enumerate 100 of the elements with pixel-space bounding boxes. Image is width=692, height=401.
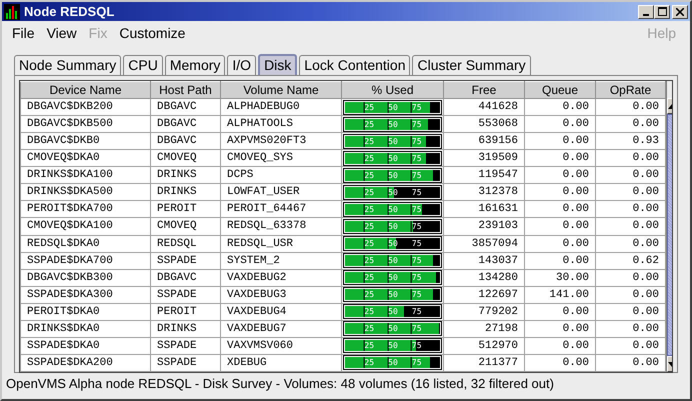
table-cell: LOWFAT_USER (220, 184, 342, 201)
column-header[interactable]: OpRate (596, 82, 666, 98)
scale-label: 75 (410, 186, 422, 198)
minimize-button[interactable] (638, 4, 654, 18)
table-cell: DBGAVC$DKB500 (20, 116, 150, 133)
table-cell: 0.00 (524, 303, 596, 320)
table-cell: 0.00 (524, 184, 596, 201)
table-cell: DBGAVC$DKB300 (20, 269, 150, 286)
scale-label: 25 (363, 272, 374, 284)
tab[interactable]: Node Summary (14, 55, 122, 75)
table-cell: 30.00 (524, 269, 596, 286)
scale-label: 75 (410, 289, 422, 300)
scale-label: 75 (410, 323, 422, 334)
table-cell: 0.00 (524, 98, 596, 116)
table-cell: CMOVEQ$DKA0 (20, 150, 150, 167)
tab[interactable]: Lock Contention (299, 55, 410, 75)
table-cell: 512970 (444, 337, 524, 354)
scale-label: 75 (410, 102, 422, 113)
table-cell: 0.00 (596, 116, 666, 133)
table-cell: 122697 (444, 286, 524, 304)
table-cell: SYSTEM_2 (220, 252, 342, 270)
table-cell: 0.00 (524, 218, 596, 235)
scale-label: 50 (387, 255, 398, 266)
table-cell: SSPADE$DKA300 (20, 286, 150, 304)
maximize-icon (658, 7, 666, 16)
table-cell: REDSQL (150, 235, 220, 252)
bar-chart-icon (4, 4, 20, 20)
table-cell: 211377 (444, 354, 524, 372)
table-cell: 0.00 (524, 337, 596, 354)
close-button[interactable] (672, 4, 688, 18)
table-cell: 0.00 (596, 354, 666, 372)
table-cell: DRINKS (150, 166, 220, 184)
scale-label: 75 (410, 306, 422, 318)
table-cell: CMOVEQ$DKA100 (20, 218, 150, 235)
table-cell: SSPADE (150, 252, 220, 270)
tab[interactable]: CPU (123, 55, 163, 75)
scale-label: 50 (387, 357, 398, 368)
scale-label: 25 (363, 306, 374, 318)
window-title: Node REDSQL (24, 4, 114, 19)
scale-label: 25 (363, 170, 374, 181)
table-cell: ALPHATOOLS (220, 116, 342, 133)
scale-label: 50 (387, 220, 398, 232)
table-cell: 143037 (444, 252, 524, 270)
table-cell: 0.00 (524, 252, 596, 270)
menu-item[interactable]: Customize (115, 25, 194, 41)
column-header[interactable]: Free (444, 82, 524, 98)
table-cell: PEROIT (150, 200, 220, 218)
table-cell: SSPADE (150, 354, 220, 372)
minimize-icon (643, 14, 649, 16)
table-cell: 0.00 (524, 116, 596, 133)
table-cell: SSPADE$DKA0 (20, 337, 150, 354)
table-cell: PEROIT_64467 (220, 200, 342, 218)
table-cell: ALPHADEBUG0 (220, 98, 342, 116)
table-cell: VAXDEBUG3 (220, 286, 342, 304)
table-cell: 0.00 (524, 132, 596, 150)
table-cell: CMOVEQ (150, 218, 220, 235)
table-cell: DRINKS$DKA500 (20, 184, 150, 201)
scale-label: 50 (387, 136, 398, 147)
table-cell: REDSQL_63378 (220, 218, 342, 235)
column-header[interactable]: Host Path (150, 82, 220, 98)
table-cell: 239103 (444, 218, 524, 235)
maximize-button[interactable] (654, 4, 670, 18)
table-cell: 161631 (444, 200, 524, 218)
scale-label: 25 (363, 357, 374, 368)
table-cell: 779202 (444, 303, 524, 320)
scale-label: 75 (410, 357, 422, 368)
scale-label: 25 (363, 204, 374, 215)
column-header[interactable]: Device Name (20, 82, 150, 98)
table-cell: 0.62 (596, 252, 666, 270)
table-cell: 312378 (444, 184, 524, 201)
table-cell: 0.00 (596, 200, 666, 218)
table-cell: 0.00 (596, 235, 666, 252)
table-cell: 0.00 (596, 286, 666, 304)
scale-label: 25 (363, 118, 374, 130)
scale-label: 75 (410, 272, 422, 284)
scale-label: 75 (410, 238, 422, 250)
column-header[interactable]: % Used (342, 82, 444, 98)
table-cell: 0.00 (596, 320, 666, 338)
tab[interactable]: Disk (258, 54, 298, 75)
table-cell: 119547 (444, 166, 524, 184)
table-cell: SSPADE (150, 337, 220, 354)
menu-item[interactable]: File (8, 25, 43, 41)
table-cell: DBGAVC (150, 132, 220, 150)
scale-label: 25 (363, 220, 374, 232)
column-header[interactable]: Queue (524, 82, 596, 98)
scale-label: 25 (363, 340, 374, 352)
tab[interactable]: I/O (227, 55, 256, 75)
table-cell: 0.00 (524, 166, 596, 184)
tab[interactable]: Memory (164, 55, 226, 75)
menu-item[interactable]: View (42, 25, 85, 41)
table-cell: 0.00 (524, 150, 596, 167)
scale-label: 25 (363, 289, 374, 300)
scale-label: 25 (363, 152, 374, 164)
tab[interactable]: Cluster Summary (412, 55, 531, 75)
table-cell: REDSQL$DKA0 (20, 235, 150, 252)
column-header[interactable]: Volume Name (220, 82, 342, 98)
table-cell: VAXVMSV060 (220, 337, 342, 354)
scale-label: 50 (387, 152, 398, 164)
table-cell: 0.00 (596, 337, 666, 354)
scale-label: 25 (363, 238, 374, 250)
